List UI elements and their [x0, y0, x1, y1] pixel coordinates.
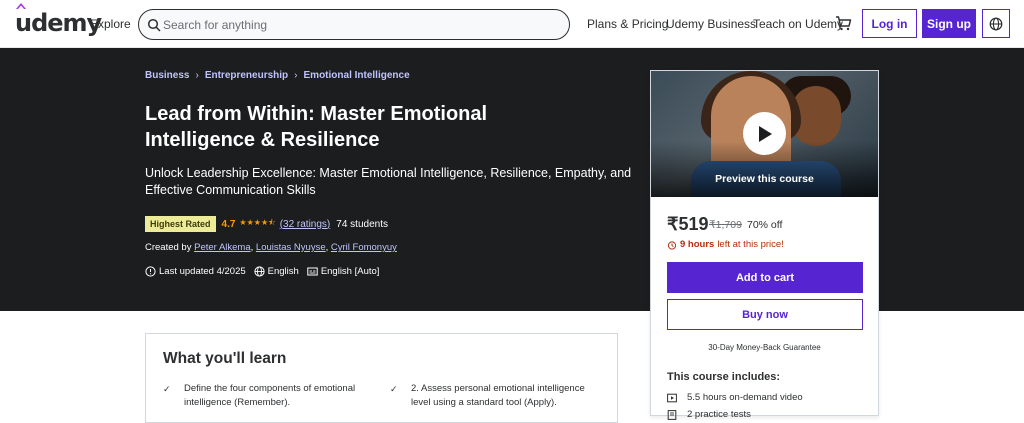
- check-icon: ✓: [390, 384, 398, 394]
- alarm-clock-icon: [667, 240, 677, 250]
- star-rating-icon: ★★★★⯪: [239, 218, 276, 227]
- learn-item: ✓ 2. Assess personal emotional intellige…: [390, 382, 591, 410]
- course-meta: Last updated 4/2025 English English [Aut…: [145, 266, 387, 277]
- check-icon: ✓: [163, 384, 171, 394]
- login-button[interactable]: Log in: [862, 9, 917, 38]
- course-title: Lead from Within: Master Emotional Intel…: [145, 103, 488, 151]
- created-by-label: Created by: [145, 242, 192, 253]
- price-timer: 9 hours left at this price!: [667, 239, 784, 250]
- course-preview[interactable]: Preview this course: [651, 71, 878, 197]
- timer-hours: 9 hours: [680, 239, 715, 250]
- breadcrumb-business[interactable]: Business: [145, 70, 189, 81]
- udemy-business-link[interactable]: Udemy Business: [666, 17, 756, 31]
- alert-icon: [145, 266, 156, 277]
- add-to-cart-button[interactable]: Add to cart: [667, 262, 863, 293]
- teach-on-udemy-link[interactable]: Teach on Udemy: [753, 17, 843, 31]
- logo-hat-icon: [16, 3, 26, 9]
- original-price: ₹1,709: [709, 219, 742, 231]
- instructor-link[interactable]: Louistas Nyuyse: [256, 242, 326, 253]
- captions-icon: [307, 267, 318, 276]
- breadcrumb-emotional-intelligence[interactable]: Emotional Intelligence: [304, 70, 410, 81]
- top-header: udemy Explore Plans & Pricing Udemy Busi…: [0, 0, 1024, 48]
- discount-percent: 70% off: [747, 219, 783, 231]
- video-icon: [667, 393, 677, 402]
- play-icon: [758, 125, 772, 142]
- explore-link[interactable]: Explore: [90, 17, 131, 31]
- buy-now-button[interactable]: Buy now: [667, 299, 863, 330]
- course-subtitle: Unlock Leadership Excellence: Master Emo…: [145, 166, 632, 197]
- chevron-right-icon: ›: [294, 70, 298, 81]
- students-count: 74 students: [336, 218, 388, 230]
- rating-value: 4.7: [221, 218, 236, 230]
- search-icon[interactable]: [147, 18, 161, 32]
- money-back-guarantee: 30-Day Money-Back Guarantee: [708, 343, 821, 352]
- include-item-text: 5.5 hours on-demand video: [687, 392, 803, 403]
- highest-rated-badge: Highest Rated: [145, 216, 216, 232]
- udemy-logo[interactable]: udemy: [15, 3, 102, 37]
- preview-label[interactable]: Preview this course: [651, 173, 878, 185]
- course-captions: English [Auto]: [320, 266, 380, 277]
- current-price: ₹519: [667, 214, 709, 234]
- instructor-link[interactable]: Cyril Fomonyuy: [331, 242, 397, 253]
- globe-icon: [254, 266, 265, 277]
- last-updated: Last updated 4/2025: [159, 266, 246, 277]
- course-language: English: [267, 266, 299, 277]
- created-by: Created by Peter Alkema, Louistas Nyuyse…: [145, 242, 397, 253]
- ratings-count-link[interactable]: (32 ratings): [280, 219, 331, 230]
- includes-title: This course includes:: [667, 371, 781, 383]
- learn-title: What you'll learn: [163, 350, 287, 367]
- include-item: 2 practice tests: [667, 409, 751, 420]
- logo-text: udemy: [15, 9, 102, 37]
- play-button[interactable]: [743, 112, 786, 155]
- breadcrumb: Business › Entrepreneurship › Emotional …: [145, 70, 410, 81]
- signup-button[interactable]: Sign up: [922, 9, 976, 38]
- chevron-right-icon: ›: [195, 70, 199, 81]
- purchase-card: Preview this course ₹519 ₹1,709 70% off …: [650, 70, 879, 420]
- learn-item: ✓ Define the four components of emotiona…: [163, 382, 364, 410]
- learn-item-text: Define the four components of emotional …: [184, 383, 356, 408]
- search-input[interactable]: [163, 16, 553, 34]
- learn-item-text: 2. Assess personal emotional intelligenc…: [411, 383, 585, 408]
- search-bar[interactable]: [138, 9, 570, 40]
- practice-test-icon: [667, 409, 677, 420]
- include-item-text: 2 practice tests: [687, 409, 751, 420]
- cart-icon[interactable]: [835, 15, 852, 32]
- globe-icon: [989, 17, 1003, 30]
- language-button[interactable]: [982, 9, 1010, 38]
- breadcrumb-entrepreneurship[interactable]: Entrepreneurship: [205, 70, 288, 81]
- include-item: 5.5 hours on-demand video: [667, 392, 803, 403]
- what-youll-learn: What you'll learn ✓ Define the four comp…: [145, 333, 618, 423]
- timer-text: left at this price!: [717, 239, 784, 250]
- plans-pricing-link[interactable]: Plans & Pricing: [587, 17, 668, 31]
- instructor-link[interactable]: Peter Alkema: [194, 242, 251, 253]
- rating-row: Highest Rated 4.7 ★★★★⯪ (32 ratings) 74 …: [145, 216, 388, 232]
